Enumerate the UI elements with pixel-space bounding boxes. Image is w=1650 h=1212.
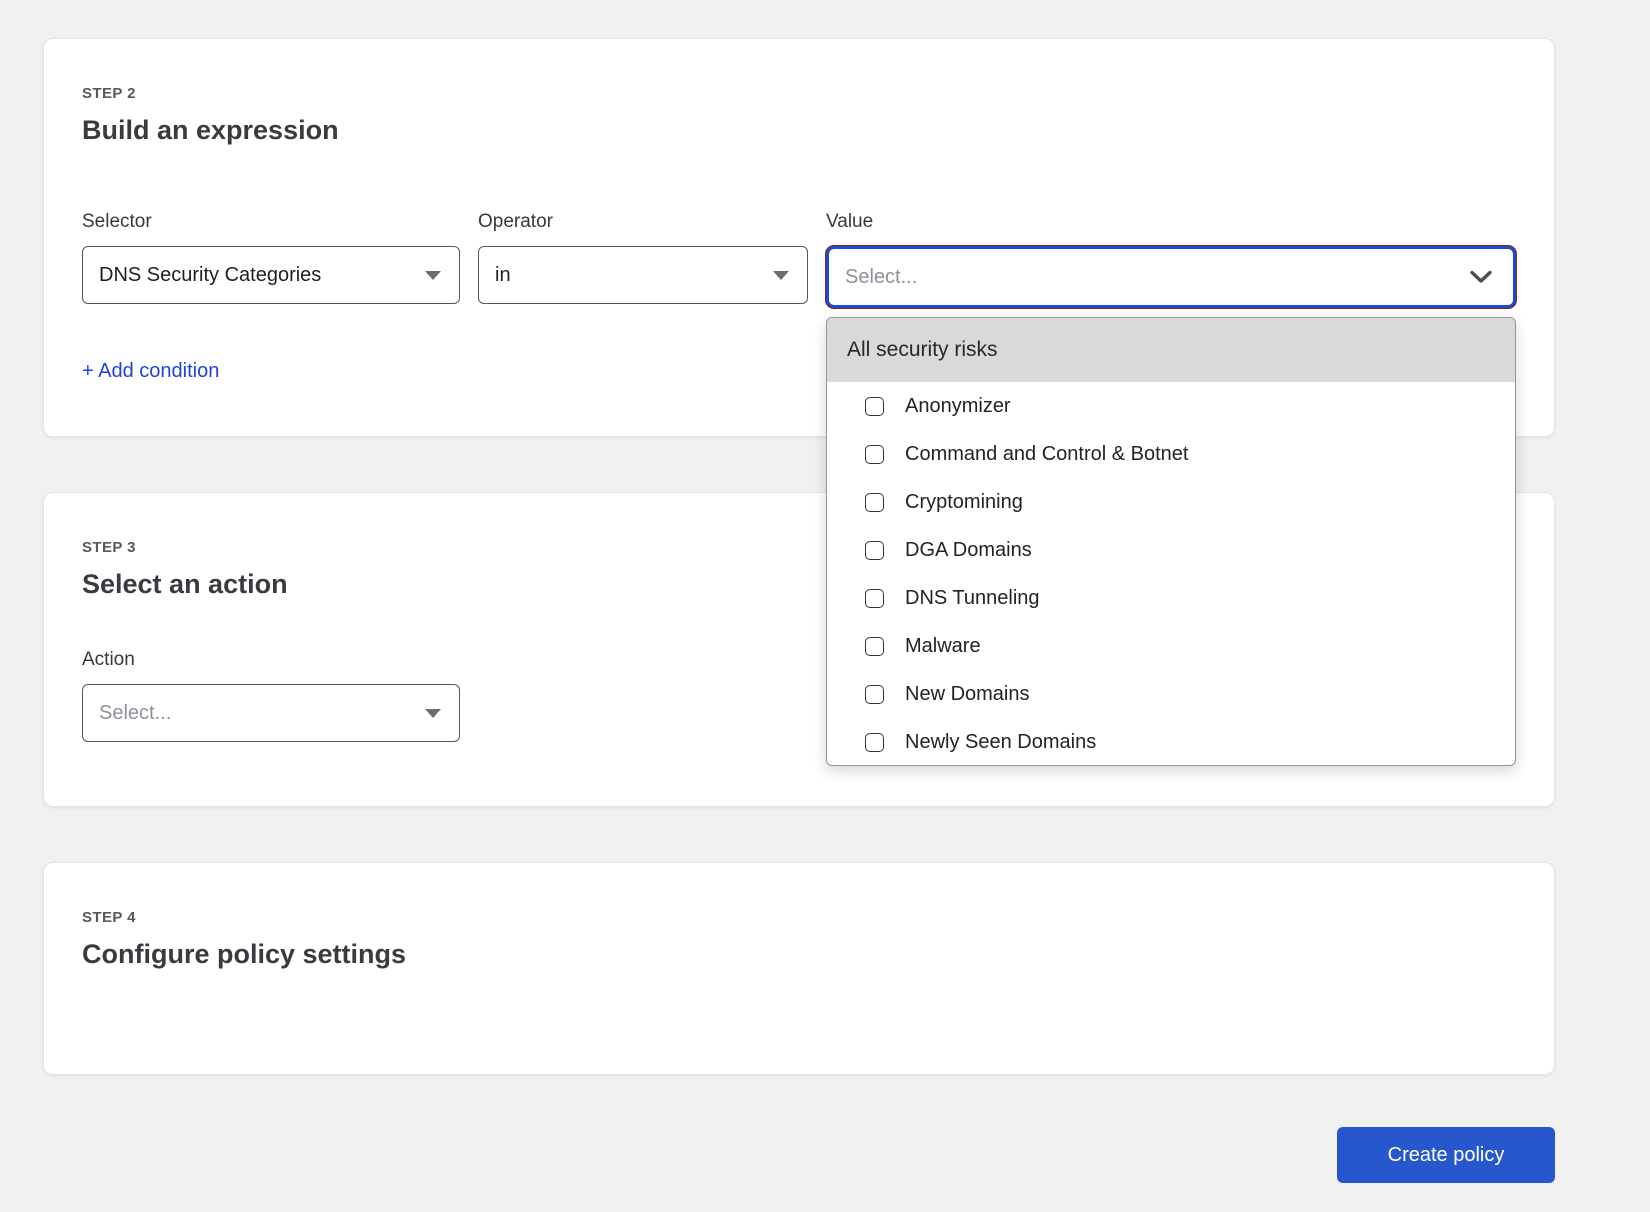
action-field: Action Select...: [82, 648, 460, 742]
action-select[interactable]: Select...: [82, 684, 460, 742]
value-field: Value Select... All security risks Anony…: [826, 210, 1516, 308]
expression-fields-row: Selector DNS Security Categories Operato…: [82, 210, 1516, 308]
step2-card: STEP 2 Build an expression Selector DNS …: [43, 38, 1555, 437]
checkbox-unchecked[interactable]: [865, 445, 884, 464]
checkbox-unchecked[interactable]: [865, 637, 884, 656]
operator-field: Operator in: [478, 210, 808, 308]
selector-label: Selector: [82, 210, 460, 234]
checkbox-unchecked[interactable]: [865, 589, 884, 608]
create-policy-button[interactable]: Create policy: [1337, 1127, 1555, 1183]
dropdown-option-newly-seen-domains[interactable]: Newly Seen Domains: [827, 718, 1515, 766]
checkbox-unchecked[interactable]: [865, 685, 884, 704]
value-multiselect[interactable]: Select...: [826, 246, 1516, 308]
add-condition-link[interactable]: + Add condition: [82, 360, 219, 382]
caret-down-icon: [773, 271, 789, 280]
value-dropdown-panel: All security risks Anonymizer Command an…: [826, 317, 1516, 766]
value-placeholder: Select...: [845, 266, 1469, 289]
step4-card: STEP 4 Configure policy settings: [43, 862, 1555, 1075]
checkbox-unchecked[interactable]: [865, 493, 884, 512]
dropdown-option-new-domains[interactable]: New Domains: [827, 670, 1515, 718]
caret-down-icon: [425, 709, 441, 718]
operator-label: Operator: [478, 210, 808, 234]
caret-down-icon: [425, 271, 441, 280]
step2-label: STEP 2: [82, 85, 1516, 103]
footer-bar: Create policy: [43, 1127, 1555, 1183]
value-label: Value: [826, 210, 1516, 234]
dropdown-option-dns-tunneling[interactable]: DNS Tunneling: [827, 574, 1515, 622]
selector-field: Selector DNS Security Categories: [82, 210, 460, 308]
dropdown-option-command-and-control[interactable]: Command and Control & Botnet: [827, 430, 1515, 478]
selector-select[interactable]: DNS Security Categories: [82, 246, 460, 304]
step4-title: Configure policy settings: [82, 936, 1516, 972]
action-select-placeholder: Select...: [99, 702, 425, 725]
step4-label: STEP 4: [82, 909, 1516, 927]
checkbox-unchecked[interactable]: [865, 733, 884, 752]
dropdown-option-malware[interactable]: Malware: [827, 622, 1515, 670]
dropdown-option-dga-domains[interactable]: DGA Domains: [827, 526, 1515, 574]
selector-select-value: DNS Security Categories: [99, 264, 425, 287]
policy-builder-page: STEP 2 Build an expression Selector DNS …: [0, 0, 1650, 1183]
dropdown-option-anonymizer[interactable]: Anonymizer: [827, 382, 1515, 430]
dropdown-group-header[interactable]: All security risks: [827, 318, 1515, 382]
action-label: Action: [82, 648, 460, 672]
dropdown-option-cryptomining[interactable]: Cryptomining: [827, 478, 1515, 526]
checkbox-unchecked[interactable]: [865, 397, 884, 416]
operator-select[interactable]: in: [478, 246, 808, 304]
operator-select-value: in: [495, 264, 773, 287]
chevron-down-icon: [1469, 270, 1493, 284]
step2-title: Build an expression: [82, 112, 1516, 148]
checkbox-unchecked[interactable]: [865, 541, 884, 560]
